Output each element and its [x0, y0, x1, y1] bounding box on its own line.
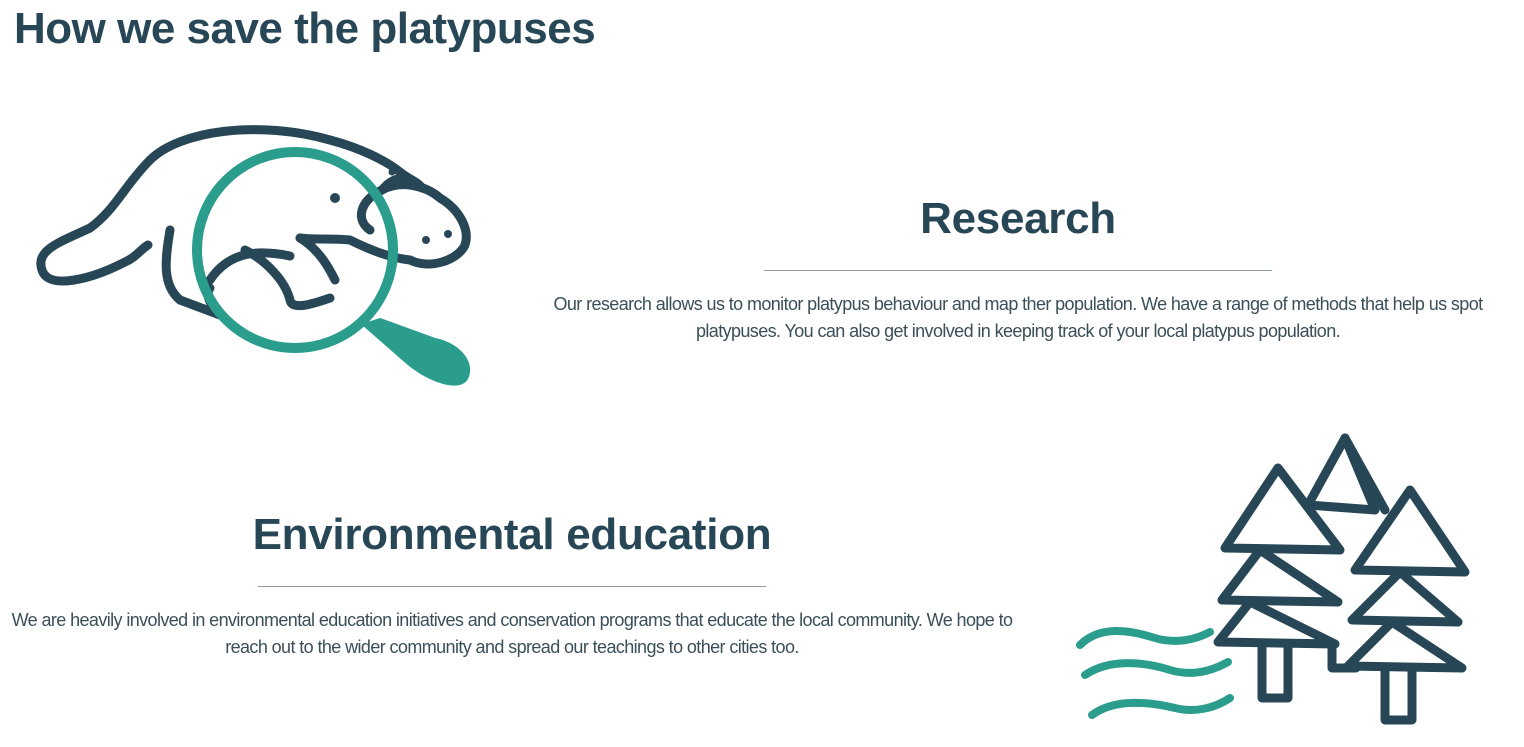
education-section: Environmental education We are heavily i… [0, 510, 1024, 661]
education-heading: Environmental education [252, 510, 772, 559]
education-body: We are heavily involved in environmental… [11, 610, 1013, 657]
trees-wind-icon [1076, 433, 1470, 725]
research-heading: Research [920, 194, 1116, 243]
education-divider [258, 586, 766, 587]
page: How we save the platypuses Research Our … [0, 0, 1524, 747]
platypus-magnifier-icon [36, 125, 471, 386]
research-body: Our research allows us to monitor platyp… [553, 294, 1483, 341]
research-divider [764, 270, 1272, 271]
research-section: Research Our research allows us to monit… [528, 194, 1508, 345]
page-title: How we save the platypuses [14, 4, 596, 53]
